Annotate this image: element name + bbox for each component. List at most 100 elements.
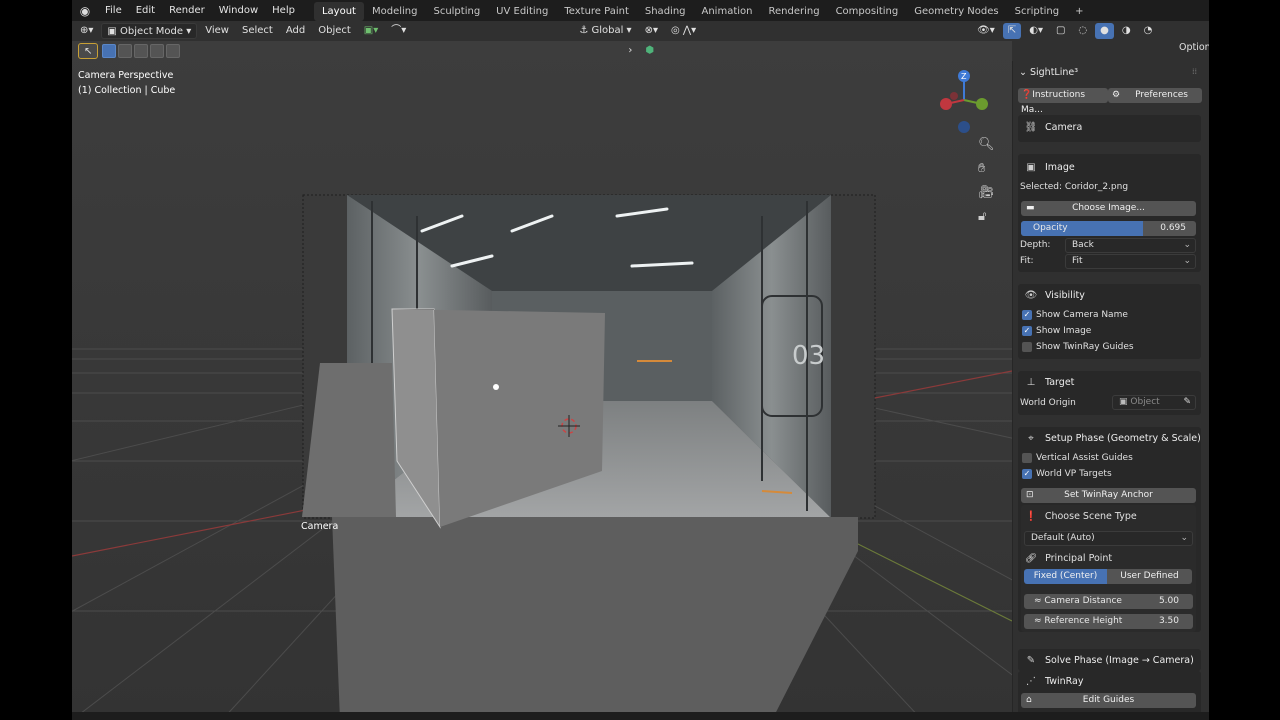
tab-uv-editing[interactable]: UV Editing bbox=[488, 2, 556, 21]
object-menu[interactable]: Object bbox=[313, 23, 356, 39]
depth-dropdown[interactable]: Back ⌄ bbox=[1065, 238, 1196, 253]
mode-label: Object Mode bbox=[120, 26, 184, 37]
blender-window: ◉ File Edit Render Window Help Layout Mo… bbox=[72, 0, 1209, 720]
n-panel-sidebar: ⌄ SightLine³ ⁞⁞ ❓Instructions Ma... ⚙ Pre… bbox=[1012, 61, 1209, 720]
chevron-down-icon: ⌄ bbox=[1183, 240, 1191, 250]
solve-panel-title: Solve Phase (Image → Camera) bbox=[1045, 654, 1194, 666]
blender-logo-icon[interactable]: ◉ bbox=[72, 4, 98, 18]
tab-shading[interactable]: Shading bbox=[637, 2, 694, 21]
snap-toggle-icon[interactable]: ▣▾ bbox=[359, 23, 383, 39]
tab-sculpting[interactable]: Sculpting bbox=[425, 2, 488, 21]
orientation-dropdown[interactable]: ⚓ Global ▾ bbox=[574, 23, 636, 39]
world-vp-targets-checkbox[interactable]: ✓ World VP Targets bbox=[1022, 469, 1112, 479]
gizmo-toggle-icon[interactable]: ⇱ bbox=[1002, 23, 1022, 39]
menu-file[interactable]: File bbox=[98, 0, 129, 21]
addon-header[interactable]: ⌄ SightLine³ bbox=[1019, 67, 1078, 78]
menu-render[interactable]: Render bbox=[162, 0, 212, 21]
vertical-assist-checkbox[interactable]: Vertical Assist Guides bbox=[1022, 453, 1133, 463]
tab-layout[interactable]: Layout bbox=[313, 2, 364, 21]
opacity-slider[interactable]: Opacity 0.695 bbox=[1021, 221, 1196, 236]
shading-rendered-icon[interactable]: ◔ bbox=[1139, 23, 1158, 39]
select-intersect-icon[interactable] bbox=[166, 44, 181, 58]
scene-type-dropdown[interactable]: Default (Auto) ⌄ bbox=[1024, 531, 1193, 546]
choose-image-label: Choose Image... bbox=[1072, 203, 1145, 213]
menu-help[interactable]: Help bbox=[265, 0, 302, 21]
gizmo-z-label: Z bbox=[961, 72, 967, 81]
tab-modeling[interactable]: Modeling bbox=[364, 2, 426, 21]
select-extend-icon[interactable] bbox=[118, 44, 133, 58]
eyedropper-icon[interactable]: ✎ bbox=[1183, 396, 1191, 409]
menu-window[interactable]: Window bbox=[212, 0, 265, 21]
selected-image-label: Selected: Coridor_2.png bbox=[1020, 182, 1129, 192]
add-workspace-button[interactable]: + bbox=[1067, 2, 1091, 21]
check-icon: ✓ bbox=[1022, 469, 1032, 479]
vertical-assist-label: Vertical Assist Guides bbox=[1036, 453, 1133, 463]
chevron-down-icon: ⌄ bbox=[1180, 533, 1188, 543]
instructions-button[interactable]: ❓Instructions Ma... bbox=[1018, 88, 1108, 115]
select-invert-icon[interactable] bbox=[150, 44, 165, 58]
tool-subheader: ↖ › ⬢ bbox=[72, 41, 1209, 61]
addon-cube-icon[interactable]: ⬢ bbox=[640, 43, 659, 59]
tab-animation[interactable]: Animation bbox=[694, 2, 761, 21]
mode-dropdown[interactable]: ▣ Object Mode ▾ bbox=[101, 23, 198, 39]
add-menu[interactable]: Add bbox=[281, 23, 310, 39]
tab-compositing[interactable]: Compositing bbox=[828, 2, 907, 21]
overlay-toggle-icon[interactable]: ◐▾ bbox=[1024, 23, 1048, 39]
show-twinray-guides-checkbox[interactable]: Show TwinRay Guides bbox=[1022, 342, 1134, 352]
pivot-icon[interactable]: ⊗▾ bbox=[640, 23, 663, 39]
tab-geometry-nodes[interactable]: Geometry Nodes bbox=[906, 2, 1006, 21]
unchecked-box-icon bbox=[1022, 453, 1032, 463]
editor-type-icon[interactable]: ⊕▾ bbox=[75, 23, 98, 39]
select-tool-icon[interactable]: ↖ bbox=[78, 43, 99, 59]
proportional-icon[interactable]: ⌒▾ bbox=[386, 23, 411, 39]
select-subtract-icon[interactable] bbox=[134, 44, 149, 58]
choose-image-button[interactable]: ▬ Choose Image... bbox=[1021, 201, 1196, 216]
pan-hand-icon[interactable]: ✋︎ bbox=[978, 161, 985, 176]
edit-guides-button[interactable]: ⌂ Edit Guides bbox=[1021, 693, 1196, 708]
xray-icon[interactable]: ▢ bbox=[1051, 23, 1070, 39]
pp-user-defined-button[interactable]: User Defined bbox=[1107, 569, 1192, 584]
shading-material-icon[interactable]: ◑ bbox=[1117, 23, 1136, 39]
viewport-scene: 03 bbox=[72, 41, 1012, 720]
pp-fixed-center-button[interactable]: Fixed (Center) bbox=[1024, 569, 1107, 584]
visibility-icon[interactable]: 👁▾ bbox=[972, 23, 1000, 39]
depth-label: Depth: bbox=[1020, 240, 1051, 250]
scene-type-header: ❗ Choose Scene Type bbox=[1025, 511, 1137, 522]
preferences-button[interactable]: ⚙ Preferences bbox=[1108, 88, 1202, 103]
tab-scripting[interactable]: Scripting bbox=[1007, 2, 1067, 21]
3d-viewport[interactable]: 03 Camera Perspective (1) Collection | C… bbox=[72, 41, 1012, 720]
snap-icon[interactable]: ◎ ⋀▾ bbox=[666, 23, 701, 39]
gear-icon: ⚙ bbox=[1112, 90, 1121, 100]
camera-panel[interactable]: ⛓ Camera bbox=[1018, 115, 1201, 142]
camera-distance-field[interactable]: ≈ Camera Distance 5.00 bbox=[1024, 594, 1193, 609]
fit-dropdown[interactable]: Fit ⌄ bbox=[1065, 254, 1196, 269]
view-menu[interactable]: View bbox=[200, 23, 234, 39]
show-image-label: Show Image bbox=[1036, 326, 1092, 336]
set-twinray-anchor-button[interactable]: ⊡ Set TwinRay Anchor bbox=[1021, 488, 1196, 503]
expand-arrow-icon[interactable]: › bbox=[623, 43, 637, 59]
target-object-field[interactable]: ▣ Object ✎ bbox=[1112, 395, 1196, 410]
menu-edit[interactable]: Edit bbox=[129, 0, 162, 21]
camera-panel-title: Camera bbox=[1045, 122, 1083, 133]
scene-type-title: Choose Scene Type bbox=[1044, 511, 1137, 522]
select-menu[interactable]: Select bbox=[237, 23, 278, 39]
shading-solid-icon[interactable]: ● bbox=[1095, 23, 1114, 39]
reference-height-field[interactable]: ≈ Reference Height 3.50 bbox=[1024, 614, 1193, 629]
tab-texture-paint[interactable]: Texture Paint bbox=[556, 2, 637, 21]
show-image-checkbox[interactable]: ✓ Show Image bbox=[1022, 326, 1091, 336]
options-dropdown[interactable]: Options bbox=[1179, 42, 1209, 53]
unchecked-box-icon bbox=[1022, 342, 1032, 352]
tab-rendering[interactable]: Rendering bbox=[760, 2, 827, 21]
camera-view-icon[interactable]: 🎥︎ bbox=[978, 185, 995, 200]
zoom-icon[interactable]: 🔍︎ bbox=[978, 137, 995, 152]
viewport-info: Camera Perspective (1) Collection | Cube bbox=[78, 68, 175, 98]
lock-icon[interactable]: 🔓︎ bbox=[978, 209, 986, 224]
shading-wireframe-icon[interactable]: ◌ bbox=[1073, 23, 1092, 39]
drag-handle-icon[interactable]: ⁞⁞ bbox=[1192, 67, 1197, 76]
show-camera-name-checkbox[interactable]: ✓ Show Camera Name bbox=[1022, 310, 1128, 320]
principal-point-title: Principal Point bbox=[1045, 553, 1113, 564]
edit-guides-label: Edit Guides bbox=[1082, 695, 1135, 705]
object-placeholder: Object bbox=[1130, 397, 1160, 407]
select-new-icon[interactable] bbox=[102, 44, 117, 58]
solve-phase-panel[interactable]: ✎ Solve Phase (Image → Camera) bbox=[1018, 649, 1201, 671]
